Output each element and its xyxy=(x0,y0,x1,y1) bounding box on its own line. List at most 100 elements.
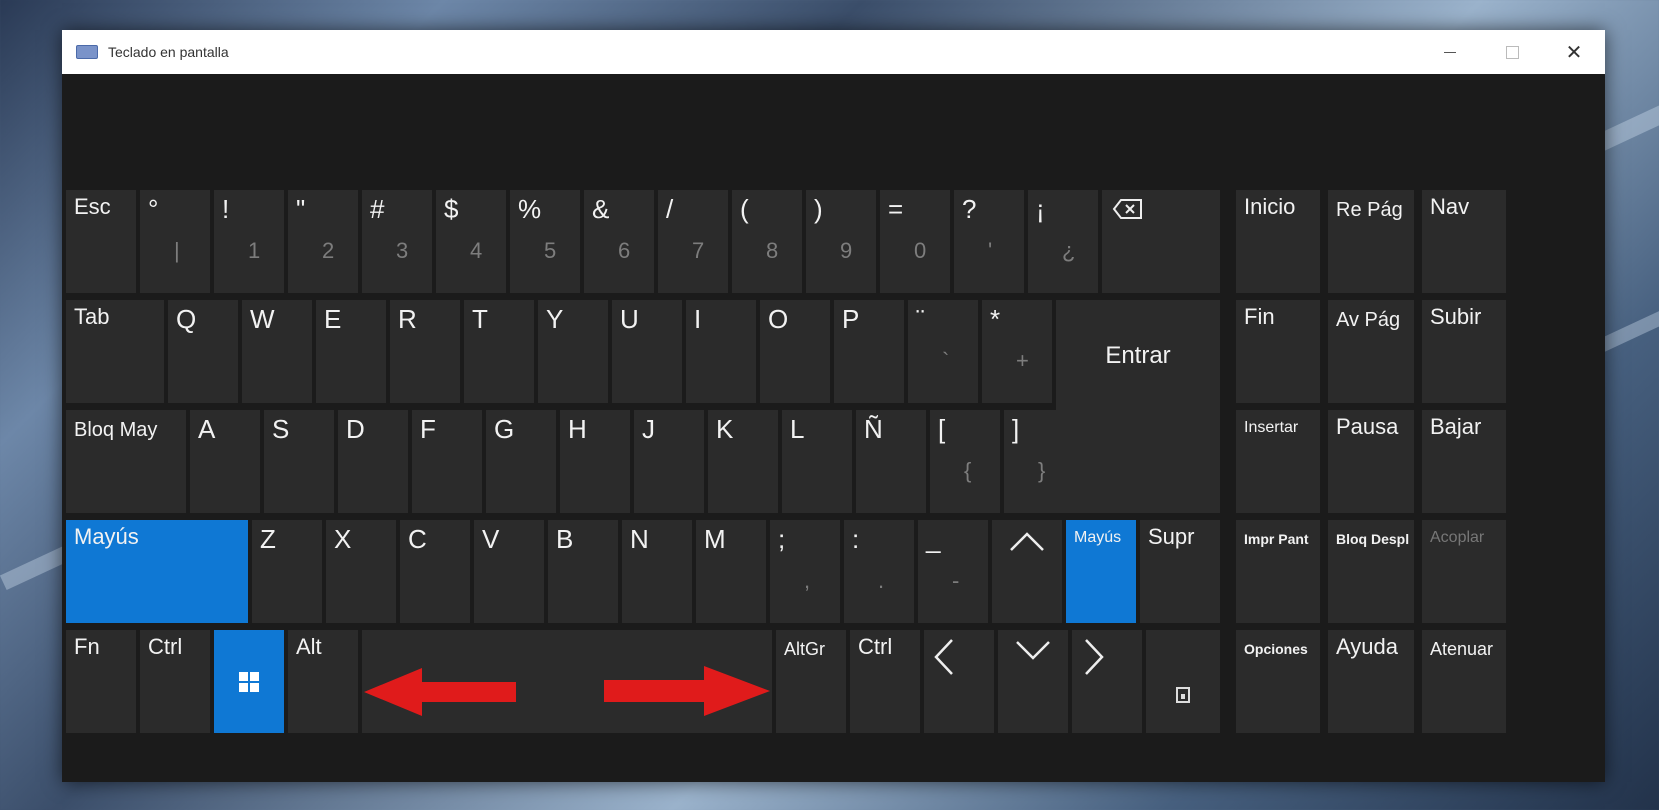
key-sublabel: 4 xyxy=(470,238,483,263)
key-shift-left[interactable]: Mayús xyxy=(66,520,248,623)
key-right-bracket[interactable]: ]} xyxy=(1004,410,1074,513)
key-arrow-right[interactable] xyxy=(1072,630,1142,733)
key-inicio[interactable]: Inicio xyxy=(1236,190,1320,293)
key-opciones[interactable]: Opciones xyxy=(1236,630,1320,733)
key-underscore[interactable]: _ - xyxy=(918,520,988,623)
key-bloqdespl[interactable]: Bloq Despl xyxy=(1328,520,1414,623)
key-nav[interactable]: Nav xyxy=(1422,190,1506,293)
minimize-button[interactable] xyxy=(1419,30,1481,74)
key-1[interactable]: ! 1 xyxy=(214,190,284,293)
key-shift-right[interactable]: Mayús xyxy=(1066,520,1136,623)
key-i[interactable]: I xyxy=(686,300,756,403)
key-inverted-exclamation[interactable]: ¡ ¿ xyxy=(1028,190,1098,293)
key-m[interactable]: M xyxy=(696,520,766,623)
key-pausa[interactable]: Pausa xyxy=(1328,410,1414,513)
key-ctrl-left[interactable]: Ctrl xyxy=(140,630,210,733)
key-backspace[interactable] xyxy=(1102,190,1220,293)
key-6[interactable]: & 6 xyxy=(584,190,654,293)
key-label: H xyxy=(568,414,587,444)
maximize-button[interactable] xyxy=(1481,30,1543,74)
key-label: ¡ xyxy=(1036,194,1045,224)
key-enye[interactable]: Ñ xyxy=(856,410,926,513)
key-left-bracket[interactable]: [{ xyxy=(930,410,1000,513)
key-label: # xyxy=(370,194,385,224)
key-windows[interactable] xyxy=(214,630,284,733)
key-sublabel: 1 xyxy=(248,238,261,263)
key-asterisk[interactable]: * + xyxy=(982,300,1052,403)
key-semicolon[interactable]: ;, xyxy=(770,520,840,623)
key-arrow-down[interactable] xyxy=(998,630,1068,733)
key-u[interactable]: U xyxy=(612,300,682,403)
key-degree[interactable]: ° | xyxy=(140,190,210,293)
key-p[interactable]: P xyxy=(834,300,904,403)
key-d[interactable]: D xyxy=(338,410,408,513)
key-b[interactable]: B xyxy=(548,520,618,623)
key-diaeresis[interactable]: ¨ ` xyxy=(908,300,978,403)
key-f[interactable]: F xyxy=(412,410,482,513)
key-4[interactable]: $4 xyxy=(436,190,506,293)
title-bar[interactable]: Teclado en pantalla ✕ xyxy=(62,30,1605,74)
key-bloqmay[interactable]: Bloq May xyxy=(66,410,186,513)
key-l[interactable]: L xyxy=(782,410,852,513)
key-8[interactable]: (8 xyxy=(732,190,802,293)
key-space[interactable] xyxy=(362,630,772,733)
key-t[interactable]: T xyxy=(464,300,534,403)
key-n[interactable]: N xyxy=(622,520,692,623)
key-context-menu[interactable] xyxy=(1146,630,1220,733)
key-atenuar[interactable]: Atenuar xyxy=(1422,630,1506,733)
key-avpag[interactable]: Av Pág xyxy=(1328,300,1414,403)
key-z[interactable]: Z xyxy=(252,520,322,623)
key-label: V xyxy=(482,524,500,554)
key-3[interactable]: #3 xyxy=(362,190,432,293)
key-label: AltGr xyxy=(784,639,826,659)
key-label: Z xyxy=(260,524,276,554)
key-2[interactable]: " 2 xyxy=(288,190,358,293)
key-g[interactable]: G xyxy=(486,410,556,513)
key-label: Entrar xyxy=(1105,342,1171,369)
key-repag[interactable]: Re Pág xyxy=(1328,190,1414,293)
key-a[interactable]: A xyxy=(190,410,260,513)
key-altgr[interactable]: AltGr xyxy=(776,630,846,733)
key-enter[interactable]: Entrar xyxy=(1056,300,1220,513)
key-s[interactable]: S xyxy=(264,410,334,513)
key-colon[interactable]: :. xyxy=(844,520,914,623)
key-q[interactable]: Q xyxy=(168,300,238,403)
key-bajar[interactable]: Bajar xyxy=(1422,410,1506,513)
key-5[interactable]: % 5 xyxy=(510,190,580,293)
key-sublabel: 7 xyxy=(692,238,705,263)
key-o[interactable]: O xyxy=(760,300,830,403)
key-supr[interactable]: Supr xyxy=(1140,520,1220,623)
key-ctrl-right[interactable]: Ctrl xyxy=(850,630,920,733)
key-esc[interactable]: Esc xyxy=(66,190,136,293)
close-button[interactable]: ✕ xyxy=(1543,30,1605,74)
key-e[interactable]: E xyxy=(316,300,386,403)
key-7[interactable]: /7 xyxy=(658,190,728,293)
chevron-right-icon xyxy=(1085,639,1104,675)
key-c[interactable]: C xyxy=(400,520,470,623)
key-k[interactable]: K xyxy=(708,410,778,513)
key-j[interactable]: J xyxy=(634,410,704,513)
key-acoplar[interactable]: Acoplar xyxy=(1422,520,1506,623)
key-label: Esc xyxy=(74,194,111,219)
key-subir[interactable]: Subir xyxy=(1422,300,1506,403)
key-imprpant[interactable]: Impr Pant xyxy=(1236,520,1320,623)
key-0[interactable]: = 0 xyxy=(880,190,950,293)
key-apostrophe[interactable]: ? ' xyxy=(954,190,1024,293)
key-sublabel: ¿ xyxy=(1062,238,1076,263)
key-y[interactable]: Y xyxy=(538,300,608,403)
key-r[interactable]: R xyxy=(390,300,460,403)
key-sublabel: } xyxy=(1038,458,1046,483)
key-arrow-up[interactable] xyxy=(992,520,1062,623)
key-v[interactable]: V xyxy=(474,520,544,623)
key-w[interactable]: W xyxy=(242,300,312,403)
key-arrow-left[interactable] xyxy=(924,630,994,733)
key-fin[interactable]: Fin xyxy=(1236,300,1320,403)
key-h[interactable]: H xyxy=(560,410,630,513)
key-fn[interactable]: Fn xyxy=(66,630,136,733)
key-alt[interactable]: Alt xyxy=(288,630,358,733)
key-insertar[interactable]: Insertar xyxy=(1236,410,1320,513)
key-9[interactable]: ) 9 xyxy=(806,190,876,293)
key-x[interactable]: X xyxy=(326,520,396,623)
key-tab[interactable]: Tab xyxy=(66,300,164,403)
key-ayuda[interactable]: Ayuda xyxy=(1328,630,1414,733)
